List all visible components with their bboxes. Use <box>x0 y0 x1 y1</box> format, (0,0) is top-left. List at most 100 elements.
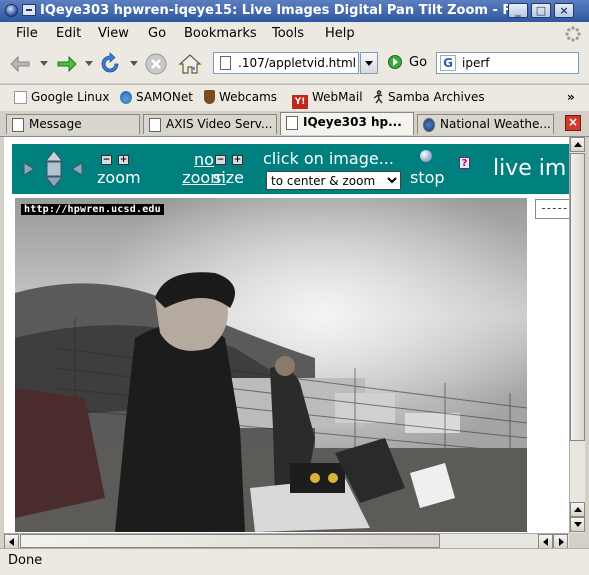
bookmark-label: WebMail <box>312 90 363 104</box>
live-images-label: live im <box>493 156 567 181</box>
back-icon[interactable] <box>9 52 33 76</box>
menu-file[interactable]: File <box>16 26 38 41</box>
menu-tools[interactable]: Tools <box>272 26 304 41</box>
page-icon <box>286 116 298 130</box>
dancer-icon <box>373 90 383 104</box>
live-camera-image[interactable]: http://hpwren.ucsd.edu <box>15 198 527 532</box>
page-icon <box>220 56 231 70</box>
vertical-scroll-thumb[interactable] <box>570 153 585 441</box>
stop-ball-icon[interactable] <box>420 150 432 162</box>
bookmark-label: SAMONet <box>136 90 193 104</box>
stop-icon[interactable] <box>144 52 168 76</box>
size-decrease-button[interactable]: − <box>215 155 226 165</box>
firefox-icon <box>5 4 18 17</box>
bookmark-webmail[interactable]: Y! WebMail <box>292 90 363 109</box>
go-icon <box>388 55 402 69</box>
scroll-up-button[interactable] <box>570 137 585 152</box>
tab-iqeye303[interactable]: IQeye303 hp... <box>280 112 414 135</box>
tilt-up-arrow[interactable] <box>44 150 64 162</box>
close-tab-button[interactable]: × <box>565 115 581 131</box>
size-adjust-buttons: − + <box>215 155 247 165</box>
forward-icon[interactable] <box>54 52 78 76</box>
bookmarks-overflow-button[interactable]: » <box>567 90 575 104</box>
status-text: Done <box>8 553 43 568</box>
horizontal-scroll-thumb[interactable] <box>20 534 440 548</box>
pan-left-arrow[interactable] <box>23 162 35 176</box>
tab-message[interactable]: Message <box>6 114 140 134</box>
url-text: .107/appletvid.html <box>238 56 356 70</box>
maximize-button[interactable]: □ <box>531 3 551 18</box>
drop-icon <box>120 91 132 104</box>
size-label: size <box>213 168 245 187</box>
search-text: iperf <box>462 56 490 70</box>
menubar: File Edit View Go Bookmarks Tools Help <box>0 22 589 45</box>
window-titlebar: IQeye303 hpwren-iqeye15: Live Images Dig… <box>0 0 589 22</box>
menu-edit[interactable]: Edit <box>56 26 81 41</box>
menu-help[interactable]: Help <box>325 26 355 41</box>
vertical-scrollbar[interactable] <box>569 137 585 533</box>
go-label: Go <box>409 55 428 70</box>
close-button[interactable]: × <box>554 3 574 18</box>
camera-control-bar: − + zoom no zoom − + size click on image… <box>12 144 569 194</box>
bookmark-google-linux[interactable]: Google Linux <box>14 90 109 104</box>
scroll-left-button[interactable] <box>4 534 19 549</box>
minimize-button[interactable]: _ <box>508 3 528 18</box>
status-bar: Done <box>0 548 589 575</box>
reload-icon[interactable] <box>98 52 122 76</box>
camera-scene <box>15 198 527 532</box>
badge-icon <box>204 90 215 104</box>
page-icon <box>12 118 24 132</box>
bookmarks-toolbar: Google Linux SAMONet Webcams Y! WebMail S… <box>0 84 589 111</box>
click-prompt: click on image... <box>263 149 394 168</box>
scroll-right-button[interactable] <box>553 534 568 549</box>
stop-label[interactable]: stop <box>410 168 445 187</box>
search-engine-icon[interactable]: G <box>440 55 456 71</box>
menu-bookmarks[interactable]: Bookmarks <box>184 26 257 41</box>
zoom-out-button[interactable]: − <box>101 155 112 165</box>
zoom-in-button[interactable]: + <box>118 155 129 165</box>
side-dropdown[interactable] <box>535 199 569 219</box>
zoom-label: zoom <box>97 168 141 187</box>
search-input[interactable]: G iperf <box>436 52 579 74</box>
back-dropdown-icon[interactable] <box>40 61 48 67</box>
scroll-down-button[interactable] <box>570 517 585 532</box>
url-history-dropdown[interactable] <box>360 52 378 74</box>
camera-url-overlay: http://hpwren.ucsd.edu <box>21 204 164 215</box>
tab-axis-video[interactable]: AXIS Video Serv... <box>143 114 277 134</box>
reload-dropdown-icon[interactable] <box>130 61 138 67</box>
bookmark-samonet[interactable]: SAMONet <box>120 90 193 104</box>
url-field[interactable]: .107/appletvid.html <box>213 52 359 74</box>
tab-label: AXIS Video Serv... <box>166 117 273 131</box>
window-title: IQeye303 hpwren-iqeye15: Live Images Dig… <box>40 3 510 18</box>
tab-bar: Message AXIS Video Serv... IQeye303 hp..… <box>0 111 589 137</box>
size-increase-button[interactable]: + <box>232 155 243 165</box>
window-menu-button[interactable] <box>22 4 36 16</box>
bookmark-samba-archives[interactable]: Samba Archives <box>372 90 485 104</box>
center-button[interactable] <box>46 161 62 177</box>
zoom-adjust-buttons: − + <box>101 155 133 165</box>
help-button[interactable]: ? <box>459 157 470 169</box>
pan-right-arrow[interactable] <box>71 162 83 176</box>
bookmark-webcams[interactable]: Webcams <box>204 90 277 104</box>
tilt-down-arrow[interactable] <box>44 176 64 188</box>
forward-dropdown-icon[interactable] <box>85 61 93 67</box>
scroll-page-up-button[interactable] <box>570 502 585 517</box>
menu-go[interactable]: Go <box>148 26 166 41</box>
pan-tilt-pad <box>23 150 83 188</box>
tab-label: IQeye303 hp... <box>303 115 402 129</box>
tab-label: National Weathe... <box>440 117 551 131</box>
tab-national-weather[interactable]: National Weathe... <box>417 114 554 134</box>
home-icon[interactable] <box>178 52 202 76</box>
menu-view[interactable]: View <box>98 26 129 41</box>
bookmark-label: Google Linux <box>31 90 110 104</box>
bookmark-label: Webcams <box>219 90 278 104</box>
weather-icon <box>423 118 435 132</box>
throbber-icon <box>565 26 581 42</box>
page-content: − + zoom no zoom − + size click on image… <box>4 137 569 533</box>
horizontal-scrollbar[interactable] <box>4 533 569 549</box>
click-mode-select[interactable]: to center & zoom <box>266 171 401 190</box>
scroll-page-left-button[interactable] <box>538 534 553 549</box>
google-icon <box>14 91 27 104</box>
yahoo-icon: Y! <box>292 95 308 109</box>
tab-label: Message <box>29 117 82 131</box>
